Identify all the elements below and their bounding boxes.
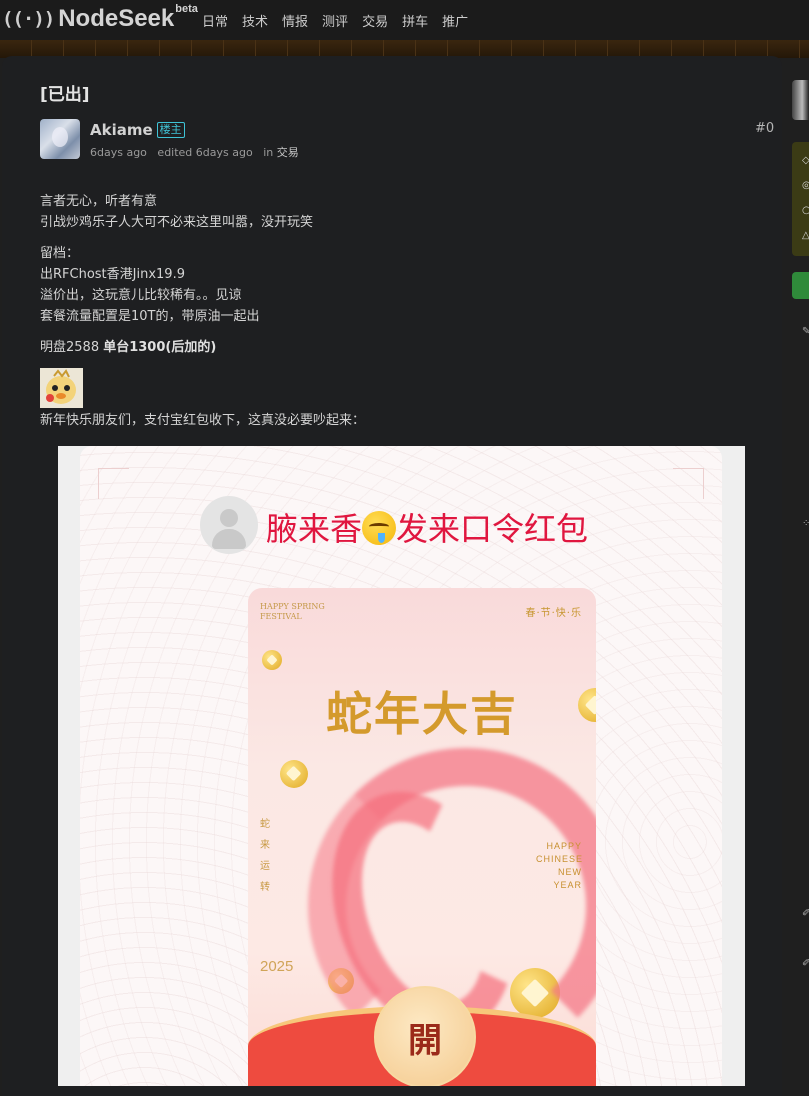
red-packet-card: HAPPY SPRING FESTIVAL 春·节·快·乐 蛇年大吉 蛇来运转 …	[248, 588, 596, 1086]
post-line: 引战炒鸡乐子人大可不必来这里叫嚣，没开玩笑	[40, 215, 314, 230]
price-bold: 单台1300(后加的)	[103, 340, 217, 355]
sender-avatar	[200, 496, 258, 554]
sidebar-user-avatar[interactable]	[792, 80, 809, 120]
drooling-face-emoji-icon	[362, 511, 397, 545]
in-label: in	[263, 146, 274, 159]
sender-text: 腋来香 发来口令红包	[266, 504, 588, 550]
sidebar-action-button[interactable]	[792, 272, 809, 299]
happy-new-year-text: HAPPY CHINESE NEW YEAR	[536, 841, 584, 890]
post-category[interactable]: 交易	[277, 146, 299, 159]
post-title: [已出]	[40, 85, 90, 105]
author-info: Akiame 楼主	[90, 121, 185, 139]
year-text: 2025	[260, 958, 294, 975]
logo-text: NodeSeek	[58, 5, 175, 32]
beta-badge: beta	[175, 3, 198, 15]
post-time: 6days ago	[90, 146, 147, 159]
red-packet-image[interactable]: 腋来香 发来口令红包 HAPPY SPRING FESTIVAL 春·节·快·乐 …	[58, 446, 745, 1086]
frame-corner	[98, 468, 129, 499]
category-nav: 日常 技术 情报 测评 交易 拼车 推广	[202, 11, 482, 30]
nav-item-carpool[interactable]: 拼车	[402, 11, 428, 30]
price-line: 明盘2588 单台1300(后加的)	[40, 337, 216, 358]
post-line: 溢价出，这玩意儿比较稀有。。见谅	[40, 288, 242, 303]
pen-icon[interactable]: ✎	[802, 326, 809, 337]
bell-icon[interactable]: △	[802, 230, 809, 241]
author-avatar[interactable]	[40, 119, 80, 159]
spring-festival-text: 春·节·快·乐	[525, 608, 582, 619]
floor-number[interactable]: #0	[755, 121, 774, 136]
edited-time: edited 6days ago	[157, 146, 253, 159]
coin-icon	[262, 650, 282, 670]
eye-icon[interactable]: ◎	[802, 180, 809, 191]
sender-name: 腋来香	[266, 510, 363, 548]
post-line: 套餐流量配置是10T的，带原油一起出	[40, 309, 260, 324]
vertical-blessing: 蛇来运转	[260, 819, 270, 893]
nav-item-review[interactable]: 测评	[322, 11, 348, 30]
open-packet-button[interactable]: 開	[374, 986, 476, 1086]
nav-item-promo[interactable]: 推广	[442, 11, 468, 30]
author-name[interactable]: Akiame	[90, 121, 153, 139]
cartoon-sticker-icon	[40, 368, 83, 408]
nav-item-info[interactable]: 情报	[282, 11, 308, 30]
post-line: 言者无心，听者有意	[40, 194, 158, 209]
site-logo[interactable]: ((·)) NodeSeek beta	[2, 4, 198, 34]
frame-corner	[673, 468, 704, 499]
price-prefix: 明盘2588	[40, 340, 104, 355]
grid-icon[interactable]: ⁘	[802, 518, 809, 529]
packet-title: 蛇年大吉	[326, 687, 518, 741]
nav-item-tech[interactable]: 技术	[242, 11, 268, 30]
link-icon[interactable]: ✐	[802, 908, 809, 919]
image-panel: 腋来香 发来口令红包 HAPPY SPRING FESTIVAL 春·节·快·乐 …	[80, 446, 722, 1086]
nav-item-trade[interactable]: 交易	[362, 11, 388, 30]
user-icon[interactable]: ○	[802, 205, 809, 216]
op-badge: 楼主	[156, 122, 185, 138]
nav-item-daily[interactable]: 日常	[202, 11, 228, 30]
top-nav-bar: ((·)) NodeSeek beta 日常 技术 情报 测评 交易 拼车 推广	[0, 0, 809, 40]
post-meta: 6days ago edited 6days ago in 交易	[90, 144, 299, 160]
post-line: 出RFChost香港Jinx19.9	[40, 267, 185, 282]
post-line: 留档：	[40, 246, 80, 261]
greeting-line: 新年快乐朋友们，支付宝红包收下，这真没必要吵起来：	[40, 413, 366, 428]
broadcast-icon: ((·))	[2, 8, 55, 30]
link-icon[interactable]: ✐	[802, 958, 809, 969]
coin-icon	[280, 760, 308, 788]
happy-spring-festival-text: HAPPY SPRING FESTIVAL	[260, 602, 325, 621]
packet-message: 发来口令红包	[396, 510, 589, 548]
tag-icon[interactable]: ◇	[802, 155, 809, 166]
